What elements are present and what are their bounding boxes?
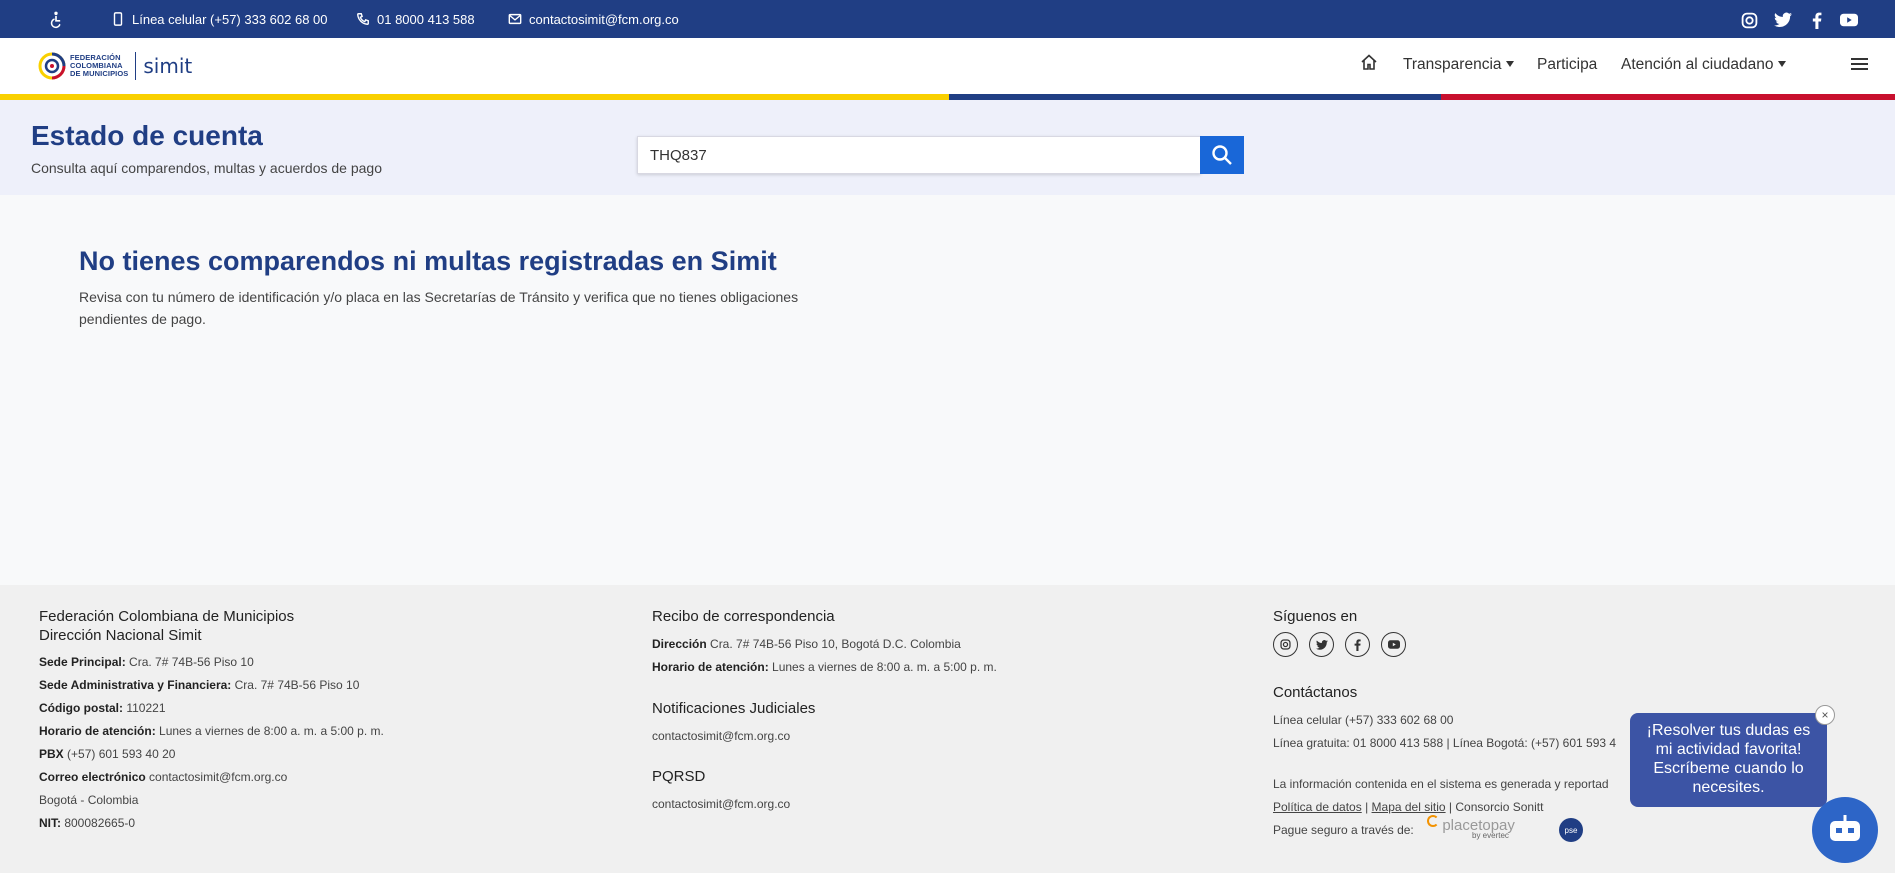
mobile-phone-link[interactable]: Línea celular (+57) 333 602 68 00 — [111, 0, 328, 38]
footer-sede-admin: Sede Administrativa y Financiera: Cra. 7… — [39, 678, 360, 692]
chevron-down-icon — [1505, 61, 1514, 67]
chevron-down-icon — [1777, 61, 1786, 67]
youtube-icon[interactable] — [1840, 11, 1858, 29]
phone-link[interactable]: 01 8000 413 588 — [356, 0, 475, 38]
placetopay-logo[interactable]: placetopay by evertec — [1427, 815, 1515, 840]
pse-logo[interactable]: pse — [1559, 818, 1583, 842]
nav-atencion[interactable]: Atención al ciudadano — [1621, 56, 1786, 74]
footer-pbx: PBX (+57) 601 593 40 20 — [39, 747, 176, 761]
twitter-icon[interactable] — [1309, 632, 1334, 657]
fcm-logo-icon — [38, 52, 66, 80]
nav-transparencia[interactable]: Transparencia — [1403, 56, 1514, 74]
instagram-icon[interactable] — [1740, 11, 1758, 29]
facebook-icon[interactable] — [1345, 632, 1370, 657]
footer-social-links — [1273, 632, 1406, 657]
footer-info-text: La información contenida en el sistema e… — [1273, 777, 1609, 791]
logo-brand: simit — [143, 54, 193, 78]
hamburger-icon[interactable] — [1851, 57, 1868, 76]
footer-direccion: Dirección Cra. 7# 74B-56 Piso 10, Bogotá… — [652, 637, 961, 651]
mapa-sitio-link[interactable]: Mapa del sitio — [1372, 800, 1446, 814]
no-fines-title: No tienes comparendos ni multas registra… — [79, 246, 777, 276]
footer-linea-celular: Línea celular (+57) 333 602 68 00 — [1273, 713, 1454, 727]
footer-notif-title: Notificaciones Judiciales — [652, 700, 816, 717]
footer-correo: Correo electrónico contactosimit@fcm.org… — [39, 770, 288, 784]
footer-siguenos: Síguenos en — [1273, 608, 1358, 625]
footer-horario-2: Horario de atención: Lunes a viernes de … — [652, 660, 997, 674]
home-icon[interactable] — [1360, 53, 1378, 76]
logo-org-text: FEDERACIÓN COLOMBIANA DE MUNICIPIOS — [70, 53, 129, 78]
robot-icon — [1830, 815, 1860, 841]
footer-org-name: Federación Colombiana de Municipios — [39, 608, 295, 625]
footer-pqrsd-email[interactable]: contactosimit@fcm.org.co — [652, 797, 790, 811]
footer-notif-email[interactable]: contactosimit@fcm.org.co — [652, 729, 790, 743]
footer-links: Política de datos | Mapa del sitio | Con… — [1273, 800, 1544, 814]
mobile-phone-icon — [113, 12, 123, 26]
consorcio-text: Consorcio Sonitt — [1455, 800, 1544, 814]
mobile-phone-text: Línea celular (+57) 333 602 68 00 — [132, 11, 328, 27]
search-button[interactable] — [1200, 136, 1244, 174]
search-icon — [1212, 145, 1232, 165]
footer: Federación Colombiana de Municipios Dire… — [0, 585, 1895, 873]
phone-text: 01 8000 413 588 — [377, 11, 475, 27]
wheelchair-icon[interactable] — [46, 10, 66, 30]
footer-pqrsd-title: PQRSD — [652, 768, 706, 785]
footer-nit: NIT: 800082665-0 — [39, 816, 136, 830]
mail-icon — [508, 13, 522, 25]
site-logo[interactable]: FEDERACIÓN COLOMBIANA DE MUNICIPIOS simi… — [38, 46, 192, 86]
logo-divider — [135, 52, 137, 80]
youtube-icon[interactable] — [1381, 632, 1406, 657]
plate-search-input[interactable] — [638, 137, 1200, 173]
main-header: FEDERACIÓN COLOMBIANA DE MUNICIPIOS simi… — [0, 38, 1895, 94]
twitter-icon[interactable] — [1774, 11, 1792, 29]
page-title-band: Estado de cuenta Consulta aquí comparend… — [0, 100, 1895, 195]
footer-contactanos: Contáctanos — [1273, 684, 1358, 701]
page-title: Estado de cuenta — [31, 120, 263, 151]
search-box — [637, 136, 1201, 174]
chat-bubble[interactable]: ¡Resolver tus dudas es mi actividad favo… — [1630, 713, 1827, 807]
footer-postal: Código postal: 110221 — [39, 701, 166, 715]
footer-ciudad: Bogotá - Colombia — [39, 793, 139, 807]
footer-pague-seguro: Pague seguro a través de: — [1273, 823, 1414, 837]
footer-sede-principal: Sede Principal: Cra. 7# 74B-56 Piso 10 — [39, 655, 254, 669]
top-contact-bar: Línea celular (+57) 333 602 68 00 01 800… — [0, 0, 1895, 38]
placetopay-sun-icon — [1427, 815, 1439, 827]
chat-close-button[interactable]: × — [1815, 705, 1835, 725]
phone-icon — [357, 13, 369, 25]
chatbot-button[interactable] — [1812, 797, 1878, 863]
footer-recibo-title: Recibo de correspondencia — [652, 608, 835, 625]
footer-org-dept: Dirección Nacional Simit — [39, 627, 202, 644]
footer-horario: Horario de atención: Lunes a viernes de … — [39, 724, 384, 738]
nav-participa[interactable]: Participa — [1537, 56, 1597, 74]
instagram-icon[interactable] — [1273, 632, 1298, 657]
politica-datos-link[interactable]: Política de datos — [1273, 800, 1362, 814]
facebook-icon[interactable] — [1808, 11, 1826, 29]
no-fines-description: Revisa con tu número de identificación y… — [79, 289, 799, 327]
page-subtitle: Consulta aquí comparendos, multas y acue… — [31, 160, 382, 176]
email-text: contactosimit@fcm.org.co — [529, 11, 679, 27]
email-link[interactable]: contactosimit@fcm.org.co — [508, 0, 679, 38]
footer-linea-gratuita: Línea gratuita: 01 8000 413 588 | Línea … — [1273, 736, 1617, 750]
